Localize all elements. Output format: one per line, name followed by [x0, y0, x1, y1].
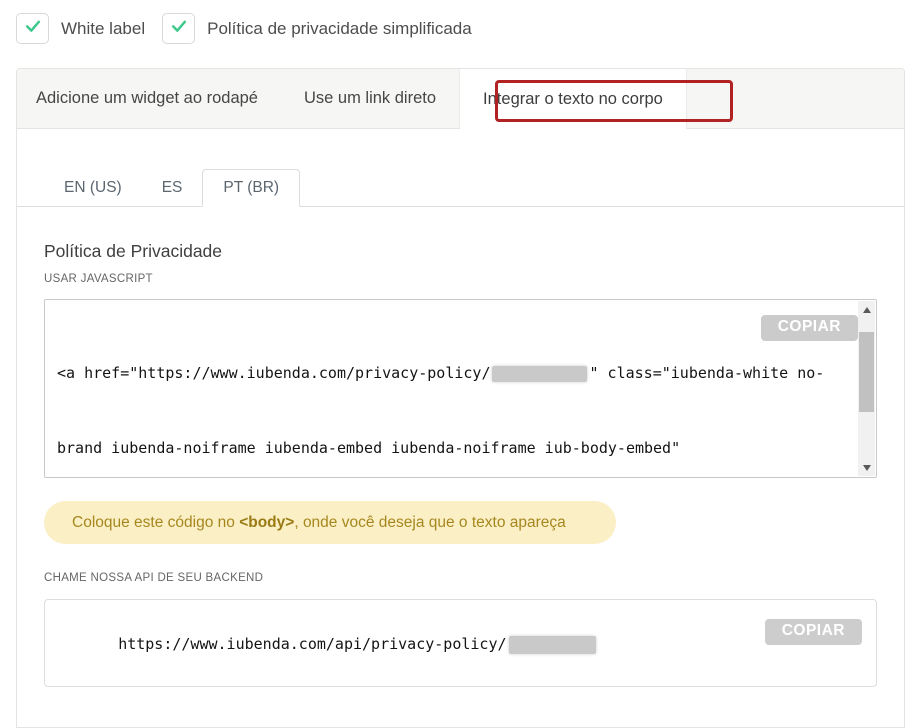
lang-tab-es[interactable]: ES	[142, 169, 203, 206]
tab-link-direto[interactable]: Use um link direto	[281, 69, 459, 128]
scroll-up-button[interactable]	[858, 301, 875, 318]
redacted-policy-id	[492, 366, 587, 382]
arrow-down-icon	[863, 465, 871, 471]
policy-section-title: Política de Privacidade	[44, 241, 877, 262]
white-label-checkbox[interactable]	[16, 13, 49, 44]
code-line: <a href="https://www.iubenda.com/privacy…	[57, 361, 846, 386]
api-url-box[interactable]: https://www.iubenda.com/api/privacy-poli…	[44, 599, 877, 687]
javascript-code-box[interactable]: <a href="https://www.iubenda.com/privacy…	[44, 299, 877, 478]
card-body: Política de Privacidade USAR JAVASCRIPT …	[17, 241, 904, 687]
copy-api-url-button[interactable]: COPIAR	[765, 619, 862, 645]
simplified-policy-checkbox[interactable]	[162, 13, 195, 44]
white-label-option: White label	[16, 13, 145, 44]
tab-integrar-texto-corpo[interactable]: Integrar o texto no corpo	[459, 69, 687, 129]
white-label-option-label: White label	[61, 19, 145, 39]
tab-widget-rodape[interactable]: Adicione um widget ao rodapé	[17, 69, 281, 128]
checkmark-icon	[23, 16, 43, 41]
call-api-label: CHAME NOSSA API DE SEU BACKEND	[44, 572, 877, 584]
scroll-down-button[interactable]	[858, 459, 875, 476]
scrollbar-thumb[interactable]	[859, 332, 874, 412]
integration-tabbar: Adicione um widget ao rodapé Use um link…	[17, 69, 904, 129]
checkmark-icon	[169, 16, 189, 41]
lang-tab-pt-br[interactable]: PT (BR)	[202, 169, 300, 207]
copy-javascript-button[interactable]: COPIAR	[761, 315, 858, 341]
options-row: White label Política de privacidade simp…	[16, 13, 472, 44]
body-placement-notice: Coloque este código no <body>, onde você…	[44, 501, 616, 544]
lang-tab-en-us[interactable]: EN (US)	[44, 169, 142, 206]
code-scrollbar[interactable]	[858, 301, 875, 476]
arrow-up-icon	[863, 307, 871, 313]
use-javascript-label: USAR JAVASCRIPT	[44, 273, 877, 285]
embed-options-card: Adicione um widget ao rodapé Use um link…	[16, 68, 905, 728]
redacted-api-id	[509, 636, 596, 654]
simplified-policy-option-label: Política de privacidade simplificada	[207, 19, 472, 39]
api-url-text: https://www.iubenda.com/api/privacy-poli…	[118, 635, 506, 653]
language-tabbar: EN (US) ES PT (BR)	[17, 169, 904, 207]
code-line: brand iubenda-noiframe iubenda-embed iub…	[57, 436, 846, 461]
simplified-policy-option: Política de privacidade simplificada	[162, 13, 472, 44]
